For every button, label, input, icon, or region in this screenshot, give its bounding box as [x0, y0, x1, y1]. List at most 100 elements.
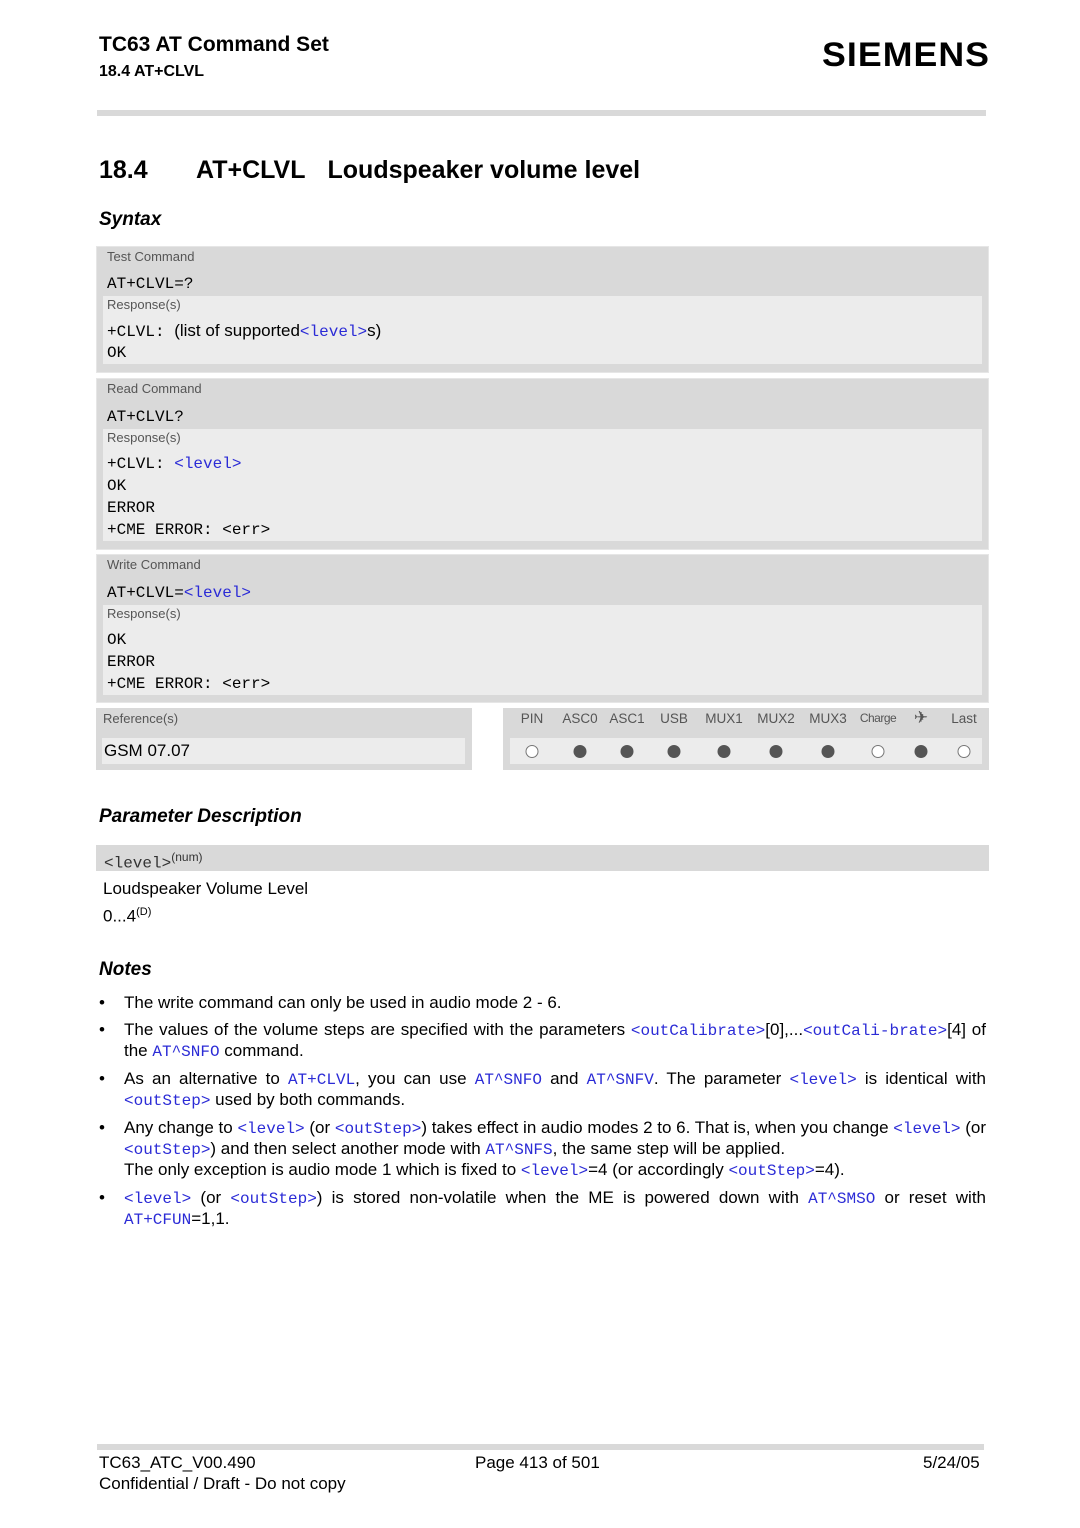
cross-reference-link[interactable]: AT+CFUN	[124, 1211, 191, 1229]
read-command-text: AT+CLVL?	[107, 408, 184, 426]
empty-circle-icon	[525, 745, 539, 758]
siemens-logo: SIEMENS	[822, 36, 991, 74]
notes-list: • The write command can only be used in a…	[99, 993, 986, 1237]
document-title: TC63 AT Command Set	[99, 33, 329, 56]
bullet-icon: •	[99, 1118, 105, 1137]
cross-reference-link[interactable]: <outCalibrate>	[631, 1022, 765, 1040]
read-response-line: ERROR	[107, 499, 156, 517]
note-text: ) takes effect in audio modes 2 to 6. Th…	[421, 1118, 894, 1137]
note-text: =1,1.	[191, 1209, 230, 1228]
parameter-range-value: 0...4	[103, 906, 137, 926]
response-text: s)	[367, 321, 382, 340]
test-response-ok: OK	[107, 344, 127, 362]
note-text: ) is stored non-volatile when the ME is …	[316, 1188, 809, 1207]
parameter-description: Loudspeaker Volume Level	[103, 879, 309, 898]
cross-reference-link[interactable]: <level>	[893, 1120, 960, 1138]
interface-header-mux3: MUX3	[809, 711, 847, 726]
response-prefix: +CLVL:	[107, 323, 175, 341]
syntax-heading: Syntax	[99, 209, 162, 230]
read-response-label: Response(s)	[107, 430, 181, 445]
interface-header-mux2: MUX2	[757, 711, 795, 726]
cross-reference-link[interactable]: AT^SMSO	[808, 1190, 875, 1208]
note-text: , you can use	[355, 1069, 475, 1088]
note-text: The values of the volume steps are speci…	[124, 1020, 631, 1039]
interface-header-pin: PIN	[520, 711, 544, 726]
read-command-box: Read Command AT+CLVL? Response(s) +CLVL:…	[96, 378, 989, 550]
filled-circle-icon	[914, 745, 928, 758]
interface-header-asc0: ASC0	[562, 711, 598, 726]
response-text: (list of supported	[174, 321, 300, 340]
notes-heading: Notes	[99, 959, 152, 980]
write-response-label: Response(s)	[107, 606, 181, 621]
note-text: or reset with	[875, 1188, 987, 1207]
note-item: • The write command can only be used in a…	[99, 993, 986, 1013]
level-param-link[interactable]: <level>	[174, 455, 241, 473]
cross-reference-link[interactable]: AT^SNFV	[587, 1071, 654, 1089]
cross-reference-link[interactable]: <outStep>	[728, 1162, 814, 1180]
note-text: As an alternative to	[124, 1069, 288, 1088]
airplane-icon: ✈	[913, 708, 929, 727]
filled-circle-icon	[620, 745, 634, 758]
cross-reference-link[interactable]: <outStep>	[335, 1120, 421, 1138]
write-response-line: ERROR	[107, 653, 156, 671]
parameter-range: 0...4(D)	[103, 906, 151, 927]
note-item: • The values of the volume steps are spec…	[99, 1020, 986, 1062]
cross-reference-link[interactable]: AT^SNFO	[152, 1043, 219, 1061]
interface-support-table: PIN ASC0 ASC1 USB MUX1 MUX2 MUX3 Charge ✈ Last	[503, 708, 989, 770]
note-text: =4).	[814, 1160, 845, 1179]
interface-header-last: Last	[951, 711, 977, 726]
write-response-line: +CME ERROR: <err>	[107, 675, 271, 693]
write-command-text: AT+CLVL=<level>	[97, 581, 988, 605]
cross-reference-link[interactable]: <level>	[124, 1190, 191, 1208]
cross-reference-link[interactable]: <level>	[789, 1071, 856, 1089]
footer-page-number: Page 413 of 501	[475, 1453, 600, 1472]
note-text: , the same step will be applied.	[552, 1139, 786, 1158]
bullet-icon: •	[99, 1069, 105, 1088]
note-text: =4 (or accordingly	[588, 1160, 729, 1179]
section-command: AT+CLVL	[196, 156, 306, 184]
cross-reference-link[interactable]: AT+CLVL	[288, 1071, 355, 1089]
section-title: 18.4 AT+CLVL Loudspeaker volume level	[99, 156, 640, 185]
cross-reference-link[interactable]: <outStep>	[124, 1092, 210, 1110]
note-item: • Any change to <level> (or <outStep>) ta…	[99, 1118, 986, 1181]
cross-reference-link[interactable]: <outCali-brate>	[803, 1022, 947, 1040]
read-response-line: +CLVL: <level>	[107, 453, 982, 475]
test-response-label: Response(s)	[107, 297, 181, 312]
note-text: command.	[219, 1041, 304, 1060]
note-text: is identical with	[856, 1069, 987, 1088]
parameter-name: <level>(num)	[104, 850, 203, 872]
note-text: (or	[191, 1188, 231, 1207]
header-divider	[97, 110, 986, 116]
read-command-label: Read Command	[107, 381, 202, 396]
note-text: and	[541, 1069, 587, 1088]
cross-reference-link[interactable]: <outStep>	[230, 1190, 316, 1208]
cross-reference-link[interactable]: AT^SNFS	[485, 1141, 552, 1159]
parameter-header: <level>(num)	[96, 845, 989, 872]
note-text: [0],...	[765, 1020, 804, 1039]
footer-confidentiality: Confidential / Draft - Do not copy	[99, 1474, 346, 1493]
test-command-text: AT+CLVL=?	[107, 275, 194, 293]
note-text: used by both commands.	[210, 1090, 406, 1109]
test-response-box: Response(s) +CLVL: (list of supported<le…	[103, 296, 982, 364]
level-param-link[interactable]: <level>	[184, 584, 251, 602]
read-response-box: Response(s) +CLVL: <level> OK ERROR +CME…	[103, 429, 982, 541]
response-prefix: +CLVL:	[107, 455, 175, 473]
section-name: Loudspeaker volume level	[327, 156, 641, 184]
parameter-description-heading: Parameter Description	[99, 806, 302, 827]
cross-reference-link[interactable]: <level>	[237, 1120, 304, 1138]
bullet-icon: •	[99, 993, 105, 1012]
interface-header-charge: Charge	[859, 711, 897, 725]
note-text: (or	[960, 1118, 986, 1137]
cross-reference-link[interactable]: <outStep>	[124, 1141, 210, 1159]
bullet-icon: •	[99, 1020, 105, 1039]
reference-value: GSM 07.07	[102, 738, 465, 764]
cross-reference-link[interactable]: AT^SNFO	[475, 1071, 542, 1089]
level-param-link[interactable]: <level>	[300, 323, 367, 341]
note-text: . The parameter	[653, 1069, 790, 1088]
interface-header-usb: USB	[660, 711, 688, 726]
note-item: • <level> (or <outStep>) is stored non-vo…	[99, 1188, 986, 1230]
cross-reference-link[interactable]: <level>	[521, 1162, 588, 1180]
filled-circle-icon	[717, 745, 731, 758]
empty-circle-icon	[957, 745, 971, 758]
parameter-type: (num)	[171, 850, 203, 864]
